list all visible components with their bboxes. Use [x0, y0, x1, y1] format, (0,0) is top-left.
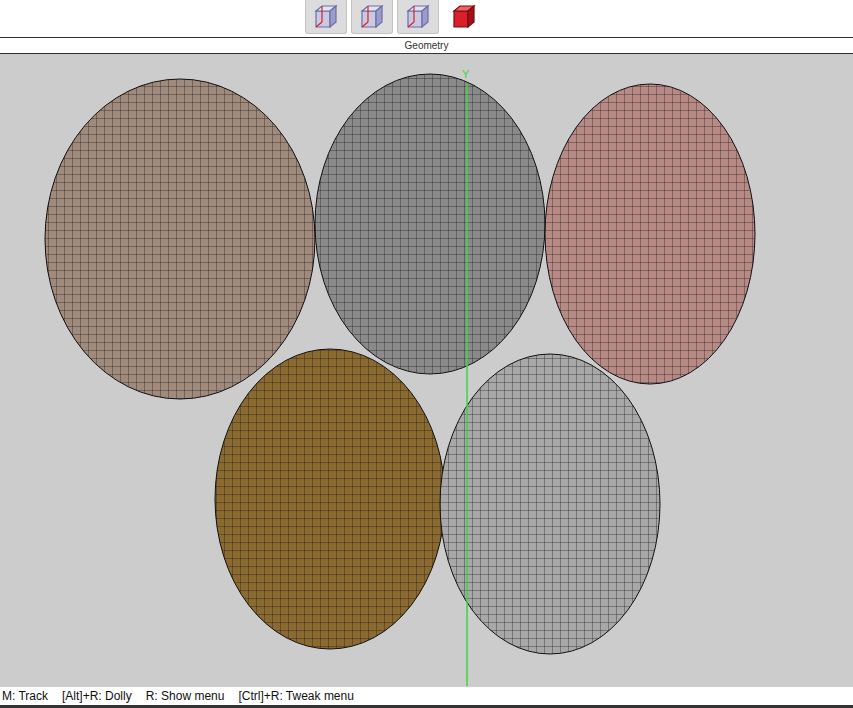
axis-label: Y — [462, 66, 469, 83]
head-mesh — [545, 84, 755, 384]
toolbar — [0, 0, 853, 38]
status-hint: [Alt]+R: Dolly — [62, 687, 132, 705]
scene-drawing — [0, 54, 853, 686]
head-mesh — [45, 79, 315, 399]
head-mesh — [215, 349, 445, 649]
cube-icon — [312, 3, 340, 31]
app-window: Geometry Y M: Track [Alt]+R: Dolly R: Show m… — [0, 0, 853, 708]
panel-title: Geometry — [0, 38, 853, 54]
view-mode-button[interactable] — [305, 0, 347, 34]
view-mode-button[interactable] — [397, 0, 439, 34]
head-mesh — [440, 354, 660, 654]
status-hint: R: Show menu — [146, 687, 225, 705]
view-mode-button[interactable] — [443, 0, 485, 34]
status-hint: M: Track — [2, 687, 48, 705]
cube-icon — [450, 3, 478, 31]
viewport[interactable]: Y — [0, 54, 853, 687]
status-hint: [Ctrl]+R: Tweak menu — [238, 687, 354, 705]
cube-icon — [404, 3, 432, 31]
status-bar: M: Track [Alt]+R: Dolly R: Show menu [Ctrl]… — [0, 687, 853, 708]
view-mode-button[interactable] — [351, 0, 393, 34]
head-mesh — [315, 74, 545, 374]
cube-icon — [358, 3, 386, 31]
